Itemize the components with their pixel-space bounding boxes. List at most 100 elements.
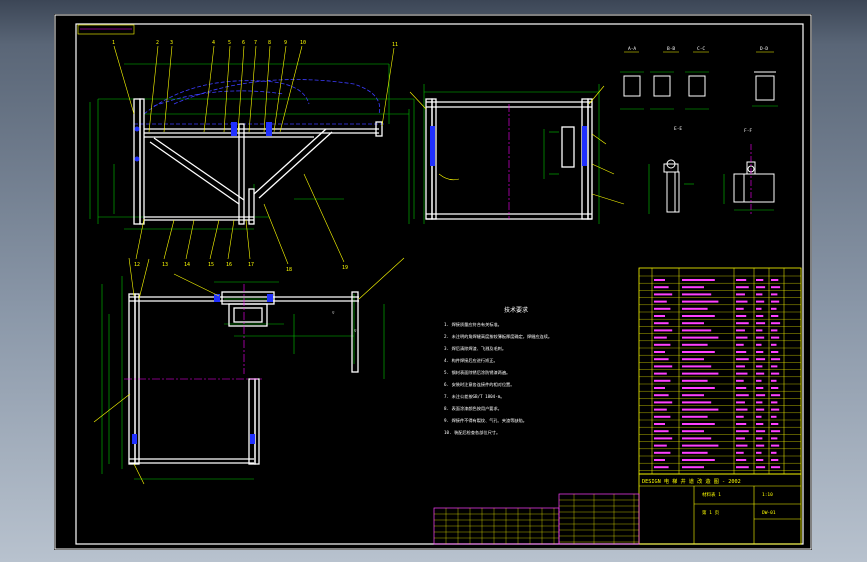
bom-text-mark xyxy=(736,466,749,469)
signature-table xyxy=(558,493,640,545)
bom-text-mark xyxy=(682,343,708,346)
bom-text-mark xyxy=(654,372,667,375)
bom-text-mark xyxy=(682,408,719,411)
side-view-dimensions xyxy=(413,84,600,224)
bom-text-mark xyxy=(756,307,762,310)
bom-text-mark xyxy=(736,430,749,433)
bom-text-mark xyxy=(654,408,667,411)
revision-table xyxy=(433,507,560,545)
bom-text-mark xyxy=(756,372,765,375)
bom-text-mark xyxy=(736,293,745,296)
bom-text-mark xyxy=(756,358,766,361)
bom-text-mark xyxy=(654,415,671,418)
cad-drawing: 1 2 3 4 5 6 7 8 9 10 11 12 13 14 15 16 1… xyxy=(54,14,812,550)
bom-text-mark xyxy=(771,286,781,289)
bom-text-mark xyxy=(736,408,748,411)
bom-text-mark xyxy=(771,358,781,361)
bom-text-mark xyxy=(736,322,749,325)
bom-text-mark xyxy=(736,329,745,332)
bom-text-mark xyxy=(771,307,777,310)
title-block-project: DESIGN 电 梯 井 道 改 造 图 - 2002 xyxy=(642,477,741,485)
main-view: 1 2 3 4 5 6 7 8 9 10 11 12 13 14 15 16 1… xyxy=(89,40,414,273)
bom-text-mark xyxy=(756,315,764,317)
section-profiles xyxy=(623,71,776,101)
outer-frame xyxy=(54,14,812,550)
bom-text-mark xyxy=(682,358,704,361)
bom-text-mark xyxy=(682,336,719,339)
svg-text:D-D: D-D xyxy=(760,46,768,52)
bom-text-mark xyxy=(736,372,748,375)
bom-text-mark xyxy=(654,430,669,433)
svg-text:▽: ▽ xyxy=(354,328,357,333)
bom-text-mark xyxy=(682,372,719,375)
bom-text-mark xyxy=(756,351,764,353)
bom-text-mark xyxy=(682,329,712,332)
balloon-8: 8 xyxy=(268,40,271,46)
bom-text-mark xyxy=(654,315,665,317)
notes-heading: 技术要求 xyxy=(504,306,528,314)
bom-text-mark xyxy=(736,336,748,339)
main-view-hidden-lines xyxy=(134,79,384,125)
bom-text-mark xyxy=(756,466,766,469)
bom-text-mark xyxy=(682,279,715,281)
balloon-14: 14 xyxy=(184,262,190,268)
balloon-11: 11 xyxy=(392,42,398,48)
balloon-16: 16 xyxy=(226,262,232,268)
bom-text-mark xyxy=(654,379,671,382)
bom-text-mark xyxy=(736,307,744,310)
bom-text-mark xyxy=(771,401,778,404)
bom-text-mark xyxy=(756,286,766,289)
bom-text-mark xyxy=(756,379,762,382)
bom-text-mark xyxy=(771,336,780,339)
bom-text-mark xyxy=(682,466,704,469)
bom-text-mark xyxy=(771,394,781,397)
bom-text-mark xyxy=(654,322,669,325)
detail-e xyxy=(663,159,680,213)
bom-text-mark xyxy=(771,408,780,411)
bom-text-mark xyxy=(756,444,765,447)
bom-text-mark xyxy=(771,444,780,447)
title-block-subtitle: 材料表 1 xyxy=(702,491,721,498)
bom-text-mark xyxy=(756,387,764,389)
bom-text-mark xyxy=(756,336,765,339)
bom-text-mark xyxy=(682,315,715,317)
note-line-5: 5. 钢材表面除锈后涂防锈漆两遍。 xyxy=(444,369,510,376)
bom-text-mark xyxy=(771,423,779,425)
svg-text:C-C: C-C xyxy=(697,46,705,52)
note-line-2: 2. 未注明的角焊缝高度按较薄板厚度确定，焊缝应连续。 xyxy=(444,333,552,340)
svg-text:E-E: E-E xyxy=(674,126,682,132)
side-view-steel-frame xyxy=(425,98,593,220)
bom-text-mark xyxy=(682,437,712,440)
bom-text-mark xyxy=(682,394,704,397)
plan-view-joints xyxy=(132,294,273,444)
bom-text-mark xyxy=(771,279,779,281)
balloon-19: 19 xyxy=(342,265,348,271)
drawing-canvas[interactable]: 1 2 3 4 5 6 7 8 9 10 11 12 13 14 15 16 1… xyxy=(54,14,812,550)
note-line-8: 8. 表面涂漆颜色按用户要求。 xyxy=(444,405,502,412)
balloon-12: 12 xyxy=(134,262,140,268)
bom-text-mark xyxy=(654,307,671,310)
bom-text-mark xyxy=(756,394,766,397)
bom-text-mark xyxy=(756,365,763,368)
bom-text-mark xyxy=(756,415,762,418)
bom-text-mark xyxy=(736,401,745,404)
side-view-joints xyxy=(430,126,587,166)
bom-text-mark xyxy=(654,401,673,404)
bom-text-mark xyxy=(654,351,665,353)
bom-text-mark xyxy=(682,451,708,454)
bom-text-mark xyxy=(654,336,667,339)
bom-text-mark xyxy=(736,451,744,454)
bom-text-mark xyxy=(771,466,781,469)
section-labels: A-A B-B C-C D-D E-E F-F xyxy=(628,46,768,134)
bom-text-mark xyxy=(756,451,762,454)
balloon-5: 5 xyxy=(228,40,231,46)
bom-text-mark xyxy=(771,451,777,454)
bom-text-mark xyxy=(736,415,744,418)
note-line-3: 3. 焊后清除焊渣、飞溅及毛刺。 xyxy=(444,345,506,352)
bom-text-mark xyxy=(736,315,747,317)
bom-text-mark xyxy=(654,394,669,397)
bom-text-mark xyxy=(654,358,669,361)
bom-text-mark xyxy=(736,444,748,447)
balloon-13: 13 xyxy=(162,262,168,268)
main-view-leaders xyxy=(113,45,395,265)
